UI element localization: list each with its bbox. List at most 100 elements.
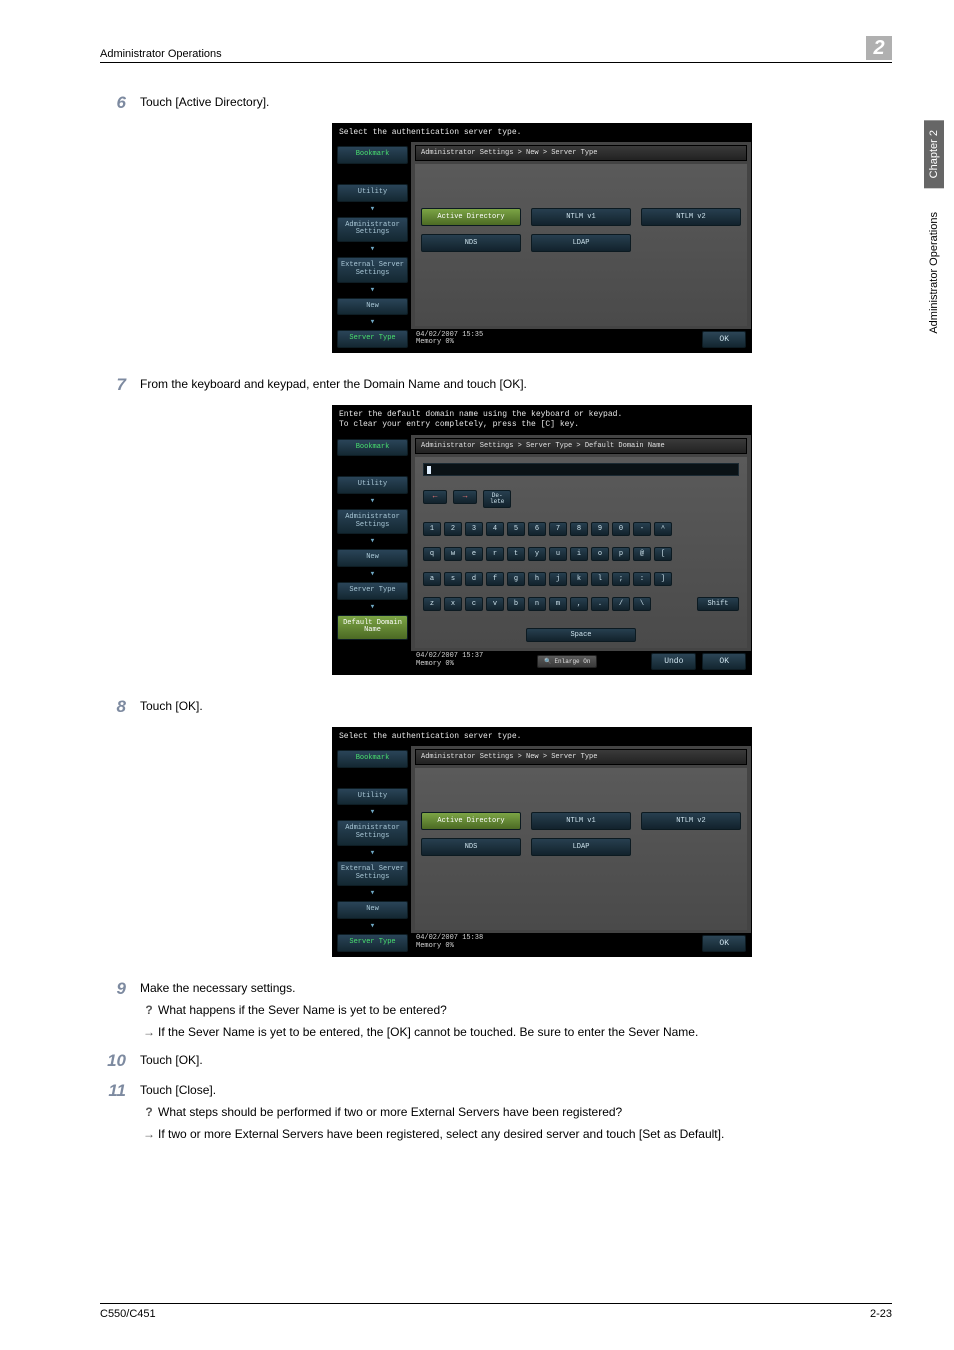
header-title: Administrator Operations [100,48,222,60]
ok-button[interactable]: OK [702,331,746,348]
server-type-button[interactable]: Server Type [337,582,408,600]
shift-key[interactable]: Shift [697,597,739,611]
key-o[interactable]: o [591,547,609,561]
key-,[interactable]: , [570,597,588,611]
key-g[interactable]: g [507,572,525,586]
nds-option[interactable]: NDS [421,234,521,252]
key-\[interactable]: \ [633,597,651,611]
new-button[interactable]: New [337,901,408,919]
key-d[interactable]: d [465,572,483,586]
undo-button[interactable]: Undo [651,653,696,670]
key-i[interactable]: i [570,547,588,561]
key-n[interactable]: n [528,597,546,611]
ok-button[interactable]: OK [702,653,746,670]
external-server-button[interactable]: External Server Settings [337,861,408,886]
key-.[interactable]: . [591,597,609,611]
domain-name-input[interactable] [423,463,739,476]
key-k[interactable]: k [570,572,588,586]
key-][interactable]: ] [654,572,672,586]
key-[[interactable]: [ [654,547,672,561]
step-num: 8 [100,697,140,717]
cursor-right-button[interactable]: → [453,490,477,504]
key--[interactable]: - [633,522,651,536]
key-p[interactable]: p [612,547,630,561]
chapter-badge: 2 [866,36,892,60]
key-4[interactable]: 4 [486,522,504,536]
key-3[interactable]: 3 [465,522,483,536]
key-r[interactable]: r [486,547,504,561]
utility-button[interactable]: Utility [337,788,408,806]
step-question: What happens if the Sever Name is yet to… [158,1001,892,1019]
key-l[interactable]: l [591,572,609,586]
page-header: Administrator Operations 2 [100,36,892,63]
footer-timestamp: 04/02/2007 15:37Memory 0% [416,653,483,668]
ntlm-v1-option[interactable]: NTLM v1 [531,208,631,226]
new-button[interactable]: New [337,549,408,567]
key-h[interactable]: h [528,572,546,586]
key-6[interactable]: 6 [528,522,546,536]
key-0[interactable]: 0 [612,522,630,536]
space-key[interactable]: Space [526,628,636,642]
server-type-button[interactable]: Server Type [337,330,408,348]
key-s[interactable]: s [444,572,462,586]
ntlm-v2-option[interactable]: NTLM v2 [641,812,741,830]
step-6: 6 Touch [Active Directory]. [100,93,892,113]
key-2[interactable]: 2 [444,522,462,536]
active-directory-option[interactable]: Active Directory [421,812,521,830]
key-w[interactable]: w [444,547,462,561]
breadcrumb: Administrator Settings > New > Server Ty… [415,749,747,765]
key-8[interactable]: 8 [570,522,588,536]
bookmark-button[interactable]: Bookmark [337,750,408,768]
key-u[interactable]: u [549,547,567,561]
key-t[interactable]: t [507,547,525,561]
key-v[interactable]: v [486,597,504,611]
nds-option[interactable]: NDS [421,838,521,856]
key-b[interactable]: b [507,597,525,611]
ldap-option[interactable]: LDAP [531,838,631,856]
key-@[interactable]: @ [633,547,651,561]
key-;[interactable]: ; [612,572,630,586]
key-a[interactable]: a [423,572,441,586]
key-e[interactable]: e [465,547,483,561]
key-5[interactable]: 5 [507,522,525,536]
key-j[interactable]: j [549,572,567,586]
key-f[interactable]: f [486,572,504,586]
ntlm-v2-option[interactable]: NTLM v2 [641,208,741,226]
ntlm-v1-option[interactable]: NTLM v1 [531,812,631,830]
step-text: Touch [Close]. [140,1081,892,1099]
external-server-button[interactable]: External Server Settings [337,257,408,282]
admin-settings-button[interactable]: Administrator Settings [337,820,408,845]
key-:[interactable]: : [633,572,651,586]
key-^[interactable]: ^ [654,522,672,536]
key-q[interactable]: q [423,547,441,561]
server-type-button[interactable]: Server Type [337,934,408,952]
cursor-left-button[interactable]: ← [423,490,447,504]
arrow-down-icon: ▾ [337,286,408,295]
bookmark-button[interactable]: Bookmark [337,146,408,164]
admin-settings-button[interactable]: Administrator Settings [337,509,408,534]
ok-button[interactable]: OK [702,935,746,952]
key-/[interactable]: / [612,597,630,611]
delete-button[interactable]: De- lete [483,490,511,508]
arrow-down-icon: ▾ [337,245,408,254]
new-button[interactable]: New [337,298,408,316]
key-x[interactable]: x [444,597,462,611]
key-y[interactable]: y [528,547,546,561]
admin-settings-button[interactable]: Administrator Settings [337,217,408,242]
key-9[interactable]: 9 [591,522,609,536]
key-z[interactable]: z [423,597,441,611]
breadcrumb: Administrator Settings > Server Type > D… [415,438,747,454]
key-m[interactable]: m [549,597,567,611]
key-1[interactable]: 1 [423,522,441,536]
step-10: 10 Touch [OK]. [100,1051,892,1071]
key-c[interactable]: c [465,597,483,611]
key-7[interactable]: 7 [549,522,567,536]
default-domain-name-button[interactable]: Default Domain Name [337,615,408,640]
ldap-option[interactable]: LDAP [531,234,631,252]
step-7: 7 From the keyboard and keypad, enter th… [100,375,892,395]
utility-button[interactable]: Utility [337,184,408,202]
utility-button[interactable]: Utility [337,476,408,494]
active-directory-option[interactable]: Active Directory [421,208,521,226]
enlarge-button[interactable]: 🔍Enlarge On [537,655,598,668]
bookmark-button[interactable]: Bookmark [337,439,408,457]
